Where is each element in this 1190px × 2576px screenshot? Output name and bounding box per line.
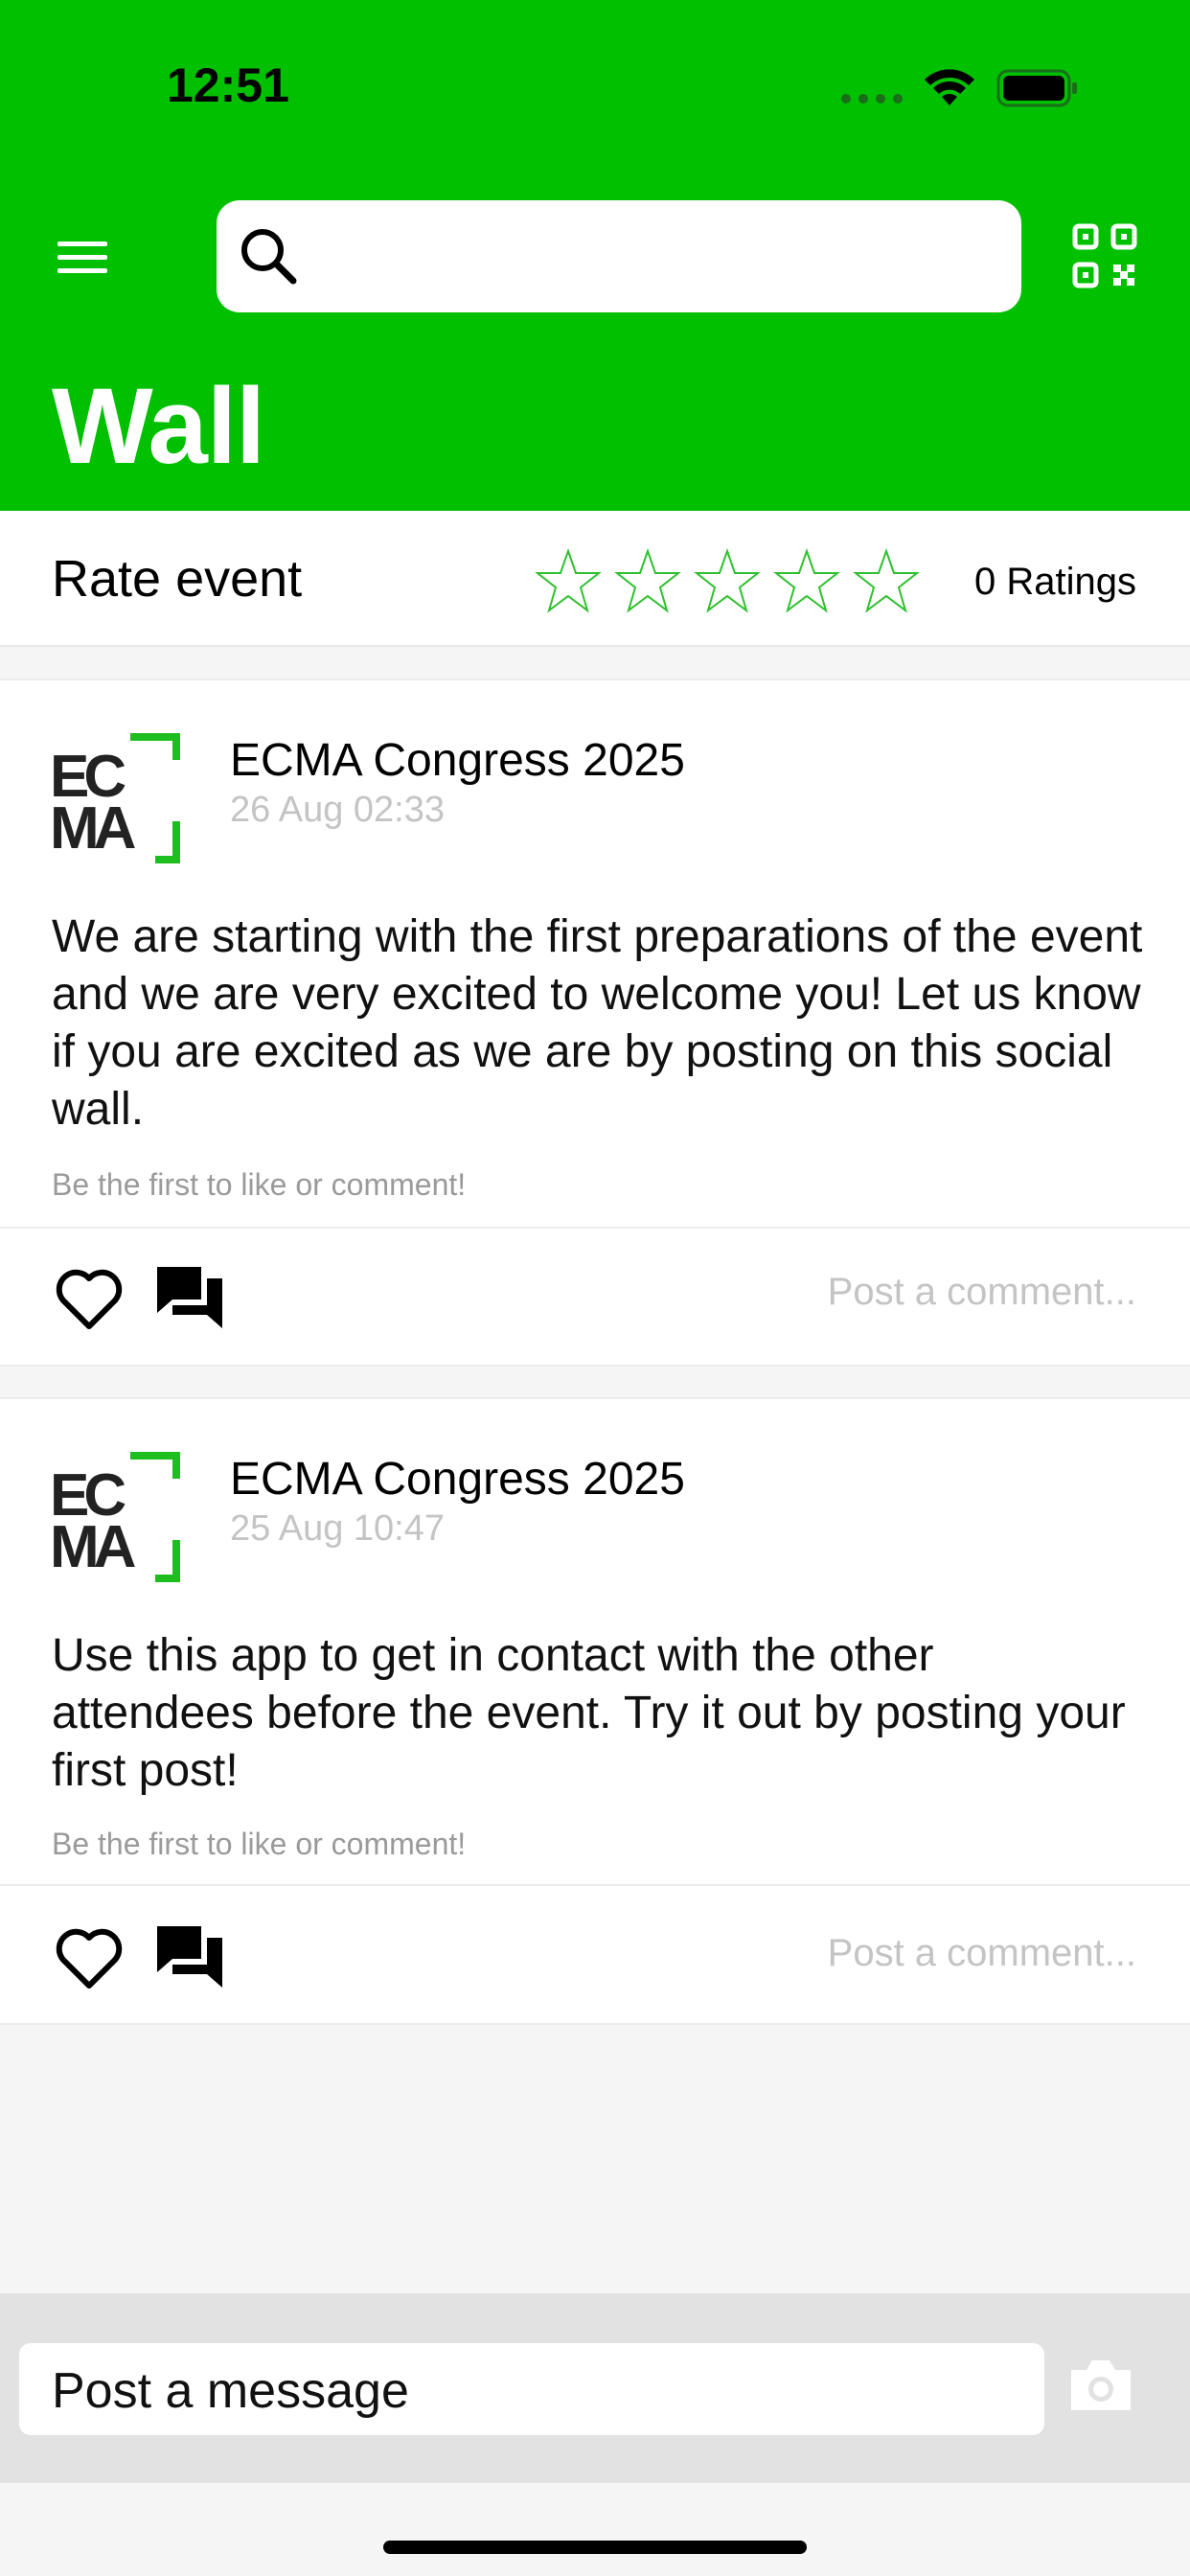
menu-button[interactable]: [48, 230, 119, 284]
camera-icon: [1071, 2360, 1131, 2410]
page-title: Wall: [52, 366, 265, 486]
ecma-logo: EC MA: [50, 733, 180, 863]
home-indicator: [383, 2541, 807, 2554]
wall-post: EC MA ECMA Congress 2025 26 Aug 02:33 We…: [0, 678, 1190, 1367]
svg-text:MA: MA: [50, 1514, 136, 1580]
post-engagement-hint: Be the first to like or comment!: [52, 1827, 467, 1861]
divider: [0, 1227, 1190, 1229]
heart-icon: [56, 1269, 123, 1329]
star-icon[interactable]: [853, 547, 920, 614]
search-input[interactable]: [217, 200, 1021, 312]
heart-icon: [56, 1928, 123, 1989]
post-engagement-hint: Be the first to like or comment!: [52, 1167, 467, 1202]
cellular-signal-icon: [841, 94, 903, 104]
message-composer: Post a message: [0, 2293, 1190, 2483]
divider: [0, 1884, 1190, 1886]
ratings-count: 0 Ratings: [974, 561, 1136, 603]
post-date: 25 Aug 10:47: [230, 1508, 445, 1549]
app-header: 12:51 Wall: [0, 0, 1190, 511]
post-comment-link[interactable]: Post a comment...: [828, 1932, 1136, 1975]
rate-event-label: Rate event: [52, 550, 303, 608]
post-date: 26 Aug 02:33: [230, 790, 445, 830]
rate-event-bar: Rate event 0 Ratings: [0, 511, 1190, 647]
post-body: Use this app to get in contact with the …: [52, 1630, 1126, 1796]
post-author: ECMA Congress 2025: [230, 735, 685, 786]
forum-icon: [157, 1267, 222, 1328]
forum-icon: [157, 1926, 222, 1988]
menu-icon: [57, 242, 107, 246]
wall-post: EC MA ECMA Congress 2025 25 Aug 10:47 Us…: [0, 1397, 1190, 2025]
search-icon: [241, 229, 297, 285]
comment-button[interactable]: [153, 1920, 226, 1993]
comment-button[interactable]: [153, 1261, 226, 1334]
post-message-placeholder: Post a message: [52, 2363, 409, 2419]
ecma-logo: EC MA: [50, 1452, 180, 1582]
star-icon[interactable]: [535, 547, 602, 614]
post-comment-link[interactable]: Post a comment...: [828, 1271, 1136, 1314]
svg-text:MA: MA: [50, 795, 136, 862]
like-button[interactable]: [54, 1265, 125, 1332]
wifi-icon: [925, 69, 974, 105]
post-message-input[interactable]: Post a message: [19, 2343, 1044, 2435]
star-icon[interactable]: [773, 547, 840, 614]
camera-button[interactable]: [1067, 2351, 1134, 2418]
like-button[interactable]: [54, 1924, 125, 1991]
qr-code-button[interactable]: [1071, 222, 1138, 289]
post-author: ECMA Congress 2025: [230, 1454, 685, 1505]
star-icon[interactable]: [614, 547, 681, 614]
star-icon[interactable]: [694, 547, 761, 614]
post-body: We are starting with the first preparati…: [52, 911, 1143, 1135]
battery-icon: [996, 69, 1077, 107]
status-time: 12:51: [167, 58, 289, 112]
